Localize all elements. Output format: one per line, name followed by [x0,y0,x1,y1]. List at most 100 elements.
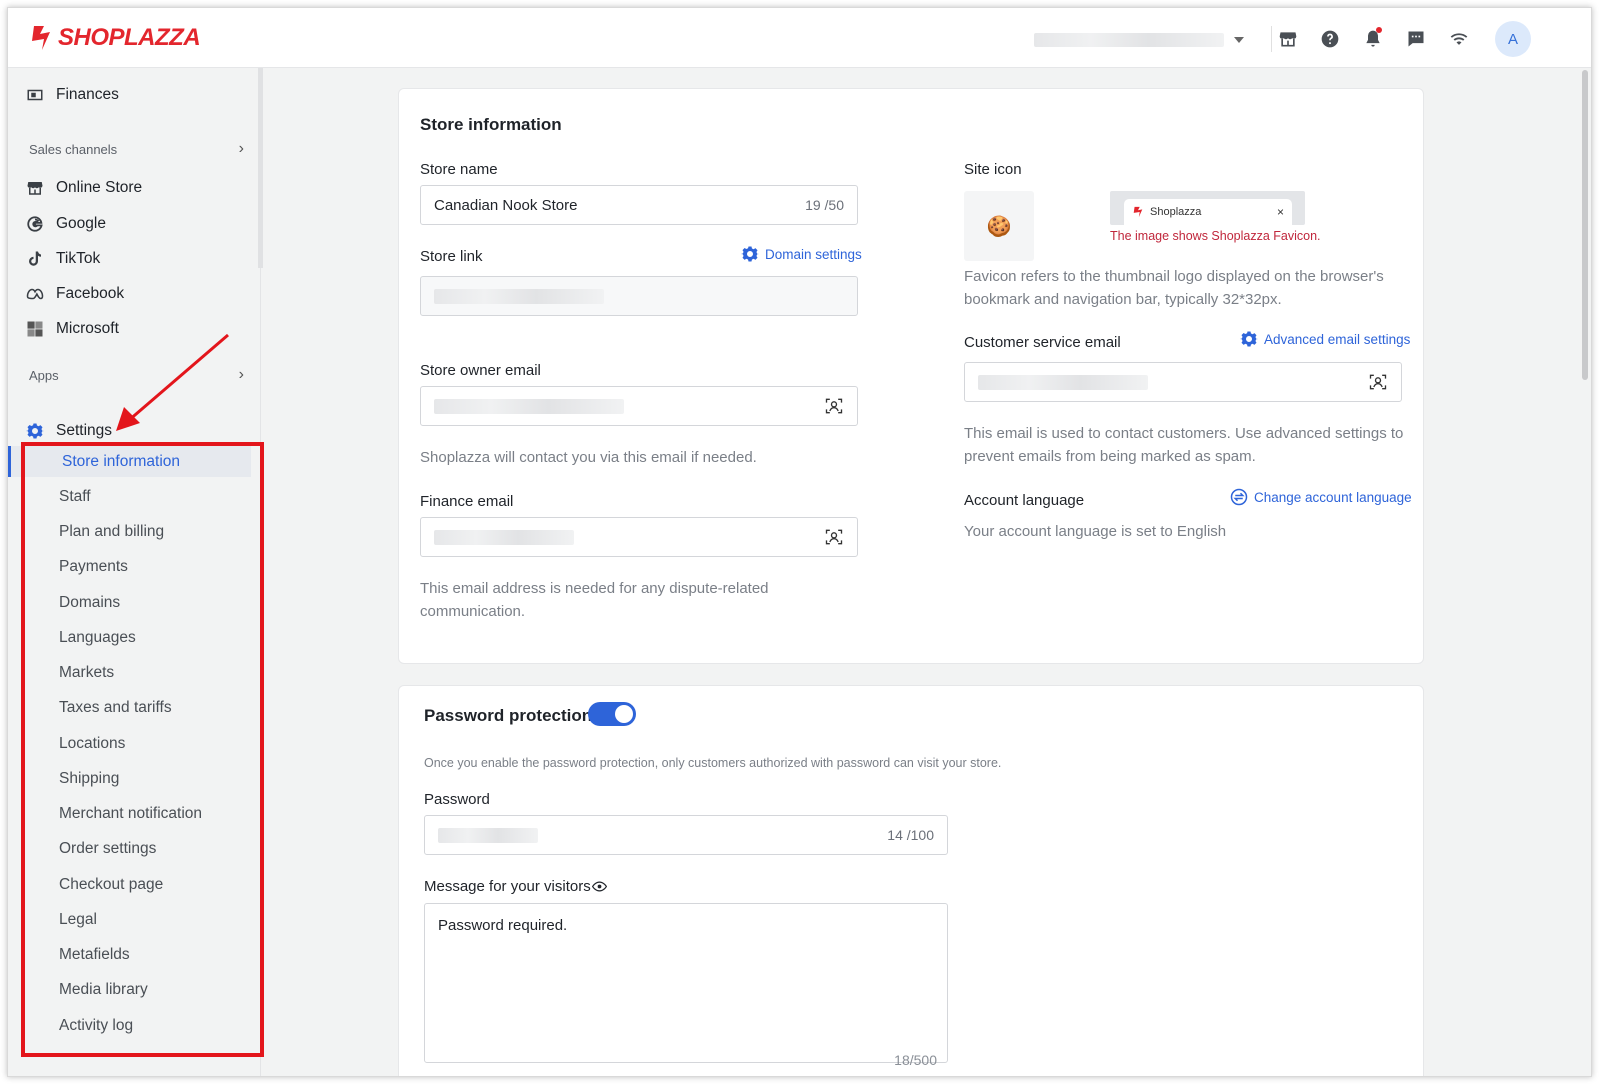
storefront-icon [27,182,43,195]
settings-item-activity-log[interactable]: Activity log [23,1010,251,1041]
settings-item-domains[interactable]: Domains [23,587,251,618]
link-label: Domain settings [765,246,862,262]
store-link-input[interactable] [420,276,858,316]
sidebar-item-online-store[interactable]: Online Store [26,173,142,203]
help-icon[interactable] [1317,26,1343,52]
password-redacted [438,827,538,843]
cookie-icon: 🍪 [986,215,1012,238]
bell-icon[interactable] [1360,26,1386,52]
settings-item-plan-and-billing[interactable]: Plan and billing [23,516,251,547]
owner-email-label: Store owner email [420,362,541,379]
password-description: Once you enable the password protection,… [424,756,1002,770]
google-icon [27,216,43,232]
settings-item-markets[interactable]: Markets [23,657,251,688]
sidebar-item-microsoft[interactable]: Microsoft [26,314,119,344]
settings-item-staff[interactable]: Staff [23,481,251,512]
card-title: Store information [420,115,562,134]
cs-email-help: This email is used to contact customers.… [964,425,1404,465]
password-protection-card: Password protection Once you enable the … [398,685,1424,1076]
message-label: Message for your visitors [424,878,607,895]
gear-icon [26,423,44,439]
settings-item-languages[interactable]: Languages [23,622,251,653]
settings-item-metafields[interactable]: Metafields [23,939,251,970]
account-language-label: Account language [964,492,1085,509]
advanced-email-settings-link[interactable]: Advanced email settings [1240,330,1410,348]
brand-logo[interactable]: SHOPLAZZA [28,24,201,52]
domain-settings-link[interactable]: Domain settings [741,245,862,263]
meta-icon [26,288,44,300]
settings-item-payments[interactable]: Payments [23,551,251,582]
chevron-right-icon: › [238,366,244,383]
store-switcher[interactable] [1034,32,1254,48]
sidebar-item-label: Online Store [56,179,143,196]
settings-item-locations[interactable]: Locations [23,728,251,759]
store-link-redacted [434,288,604,304]
sidebar-item-facebook[interactable]: Facebook [26,279,124,309]
face-scan-icon[interactable] [1368,372,1388,392]
sidebar-item-google[interactable]: Google [26,209,106,239]
sidebar-item-settings[interactable]: Settings [26,416,112,446]
eye-icon[interactable] [591,879,607,894]
settings-item-order-settings[interactable]: Order settings [23,833,251,864]
owner-email-input[interactable] [420,386,858,426]
store-link-label: Store link [420,248,483,265]
top-bar: SHOPLAZZA A [8,8,1591,68]
settings-item-store-information[interactable]: Store information [8,446,251,477]
sales-channels-header[interactable]: Sales channels › [29,140,244,158]
finance-email-input[interactable] [420,517,858,557]
site-icon-upload[interactable]: 🍪 [964,191,1034,261]
sidebar: Finances Sales channels › Online Store G… [8,68,264,1076]
password-input[interactable]: 14 /100 [424,815,948,855]
settings-item-legal[interactable]: Legal [23,904,251,935]
settings-item-merchant-notification[interactable]: Merchant notification [23,798,251,829]
account-language-help: Your account language is set to English [964,523,1227,540]
password-protection-toggle[interactable] [588,702,636,726]
visitor-message-textarea[interactable]: Password required. 18/500 [424,903,948,1068]
shoplazza-logo-icon [32,26,50,50]
chevron-right-icon: › [238,140,244,157]
cs-email-label: Customer service email [964,334,1121,351]
char-counter: 19 /50 [805,197,844,213]
sidebar-item-label: TikTok [56,250,101,267]
site-icon-label: Site icon [964,161,1022,178]
sidebar-item-tiktok[interactable]: TikTok [26,244,100,274]
settings-item-media-library[interactable]: Media library [23,974,251,1005]
favicon-caption: The image shows Shoplazza Favicon. [1110,229,1321,243]
store-name-redacted [1034,33,1224,47]
wifi-icon[interactable] [1446,26,1472,52]
settings-item-shipping[interactable]: Shipping [23,763,251,794]
app-window: SHOPLAZZA A Finances Sales channels › On… [7,7,1592,1077]
char-counter: 14 /100 [887,827,934,843]
finance-email-redacted [434,529,574,545]
finance-email-label: Finance email [420,493,514,510]
notification-dot [1376,27,1382,33]
apps-header[interactable]: Apps › [29,366,244,384]
sidebar-item-label: Finances [56,86,119,103]
sidebar-scrollbar[interactable] [258,68,263,268]
face-scan-icon[interactable] [824,527,844,547]
link-label: Advanced email settings [1264,331,1411,347]
avatar[interactable]: A [1495,21,1531,57]
page-scrollbar[interactable] [1582,70,1588,380]
message-value: Password required. [438,917,568,934]
divider [1271,26,1272,52]
gear-icon [741,246,759,262]
store-name-label: Store name [420,161,498,178]
cs-email-input[interactable] [964,362,1402,402]
storefront-icon[interactable] [1275,26,1301,52]
chat-icon[interactable] [1403,26,1429,52]
settings-item-checkout-page[interactable]: Checkout page [23,869,251,900]
card-title: Password protection [424,706,593,725]
shoplazza-logo-icon [1133,206,1143,218]
store-name-value: Canadian Nook Store [434,196,578,214]
password-label: Password [424,791,490,808]
tab-title: Shoplazza [1150,206,1202,218]
finance-email-help: This email address is needed for any dis… [420,580,769,620]
settings-item-taxes-and-tariffs[interactable]: Taxes and tariffs [23,692,251,723]
change-language-link[interactable]: Change account language [1230,488,1412,506]
store-name-input[interactable]: Canadian Nook Store 19 /50 [420,185,858,225]
face-scan-icon[interactable] [824,396,844,416]
owner-email-help: Shoplazza will contact you via this emai… [420,449,757,466]
link-label: Change account language [1254,489,1412,505]
sidebar-item-finances[interactable]: Finances [26,80,119,110]
